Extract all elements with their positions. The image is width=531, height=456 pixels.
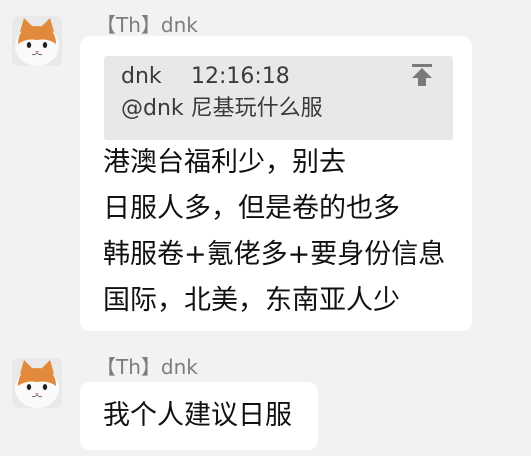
jump-to-original-icon[interactable] [409,62,435,88]
sender-name: 【Th】dnk [96,13,198,37]
message-line: 我个人建议日服 [103,400,292,431]
message-line: 港澳台福利少，别去 [103,147,346,178]
quote-author: dnk [121,64,162,89]
message-line: 国际，北美，东南亚人少 [103,285,400,316]
message-bubble[interactable]: dnk 12:16:18 @dnk 尼基玩什么服 港澳台福利少，别去 日服人多，… [80,36,472,331]
sender-avatar[interactable] [12,358,62,408]
quote-timestamp: 12:16:18 [191,64,290,89]
message-bubble[interactable]: 我个人建议日服 [80,382,318,450]
quote-text: @dnk 尼基玩什么服 [121,96,323,121]
cat-avatar-icon [12,16,62,66]
message-line: 韩服卷+氪佬多+要身份信息 [103,239,446,270]
sender-avatar[interactable] [12,16,62,66]
sender-name: 【Th】dnk [96,355,198,379]
quoted-message[interactable]: dnk 12:16:18 @dnk 尼基玩什么服 [104,56,453,140]
chat-window: { "messages": [ { "sender": "【Th】dnk", "… [0,0,531,456]
cat-avatar-icon [12,358,62,408]
message-line: 日服人多，但是卷的也多 [103,193,400,224]
